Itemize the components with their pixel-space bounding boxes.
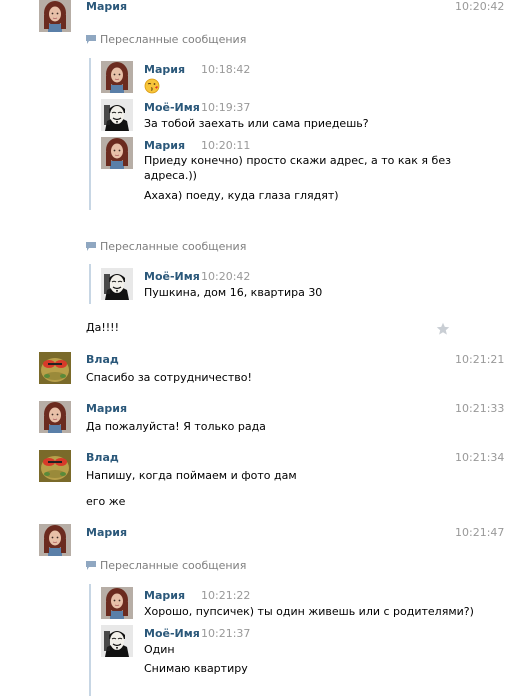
forwarded-time: 10:21:37 <box>201 627 251 640</box>
forwarded-time: 10:20:11 <box>201 139 251 152</box>
sender-name[interactable]: Мария <box>86 402 127 415</box>
message-text: Да пожалуйста! Я только рада <box>86 420 266 433</box>
forwarded-label-text: Пересланные сообщения <box>100 33 247 46</box>
forwarded-sender-name[interactable]: Мария <box>144 589 185 602</box>
forwarded-message-text: За тобой заехать или сама приедешь? <box>144 117 369 130</box>
forwarded-time: 10:19:37 <box>201 101 251 114</box>
forward-icon <box>86 561 96 570</box>
forwarded-quote-bar <box>89 584 91 696</box>
star-icon[interactable] <box>436 322 450 336</box>
avatar-maria-image <box>39 0 71 32</box>
sender-name[interactable]: Мария <box>86 0 127 13</box>
message-text: Да!!!! <box>86 321 119 334</box>
forwarded-time: 10:20:42 <box>201 270 251 283</box>
avatar[interactable] <box>101 99 133 131</box>
forwarded-quote-bar <box>89 58 91 210</box>
avatar[interactable] <box>39 352 71 384</box>
message-time[interactable]: 10:21:47 <box>455 526 504 539</box>
forwarded-quote-bar <box>89 264 91 304</box>
avatar[interactable] <box>39 401 71 433</box>
forwarded-sender-name[interactable]: Мария <box>144 63 185 76</box>
sender-name[interactable]: Влад <box>86 353 119 366</box>
forwarded-message-text: Один <box>144 643 175 656</box>
avatar[interactable] <box>101 625 133 657</box>
message-text: Спасибо за сотрудничество! <box>86 371 252 384</box>
forwarded-sender-name[interactable]: Моё-Имя <box>144 270 200 283</box>
forwarded-message-text: Хорошо, пупсичек) ты один живешь или с р… <box>144 605 474 618</box>
forwarded-message-text: Снимаю квартиру <box>144 662 248 675</box>
message-time[interactable]: 10:21:34 <box>455 451 504 464</box>
avatar[interactable] <box>101 587 133 619</box>
forwarded-message-text: Приеду конечно) просто скажи адрес, а то… <box>144 154 451 167</box>
message-text: его же <box>86 495 126 508</box>
avatar[interactable] <box>39 450 71 482</box>
avatar[interactable] <box>39 524 71 556</box>
avatar[interactable] <box>39 0 71 32</box>
forwarded-sender-name[interactable]: Моё-Имя <box>144 627 200 640</box>
message-time[interactable]: 10:20:42 <box>455 0 504 13</box>
forwarded-label-text: Пересланные сообщения <box>100 559 247 572</box>
forwarded-time: 10:18:42 <box>201 63 251 76</box>
avatar[interactable] <box>101 61 133 93</box>
forwarded-messages-label: Пересланные сообщения <box>86 240 246 253</box>
forwarded-message-text: Ахаха) поеду, куда глаза глядят) <box>144 189 339 202</box>
forward-icon <box>86 35 96 44</box>
kiss-emoji-icon <box>144 78 160 94</box>
forwarded-time: 10:21:22 <box>201 589 251 602</box>
message-time[interactable]: 10:21:33 <box>455 402 504 415</box>
forwarded-sender-name[interactable]: Мария <box>144 139 185 152</box>
forwarded-label-text: Пересланные сообщения <box>100 240 247 253</box>
avatar[interactable] <box>101 137 133 169</box>
forwarded-message-text: Пушкина, дом 16, квартира 30 <box>144 286 323 299</box>
avatar[interactable] <box>101 268 133 300</box>
forwarded-message-text: адреса.)) <box>144 169 197 182</box>
forward-icon <box>86 242 96 251</box>
message-text: Напишу, когда поймаем и фото дам <box>86 469 297 482</box>
forwarded-messages-label: Пересланные сообщения <box>86 33 246 46</box>
sender-name[interactable]: Влад <box>86 451 119 464</box>
forwarded-messages-label: Пересланные сообщения <box>86 559 246 572</box>
message-time[interactable]: 10:21:21 <box>455 353 504 366</box>
sender-name[interactable]: Мария <box>86 526 127 539</box>
forwarded-sender-name[interactable]: Моё-Имя <box>144 101 200 114</box>
